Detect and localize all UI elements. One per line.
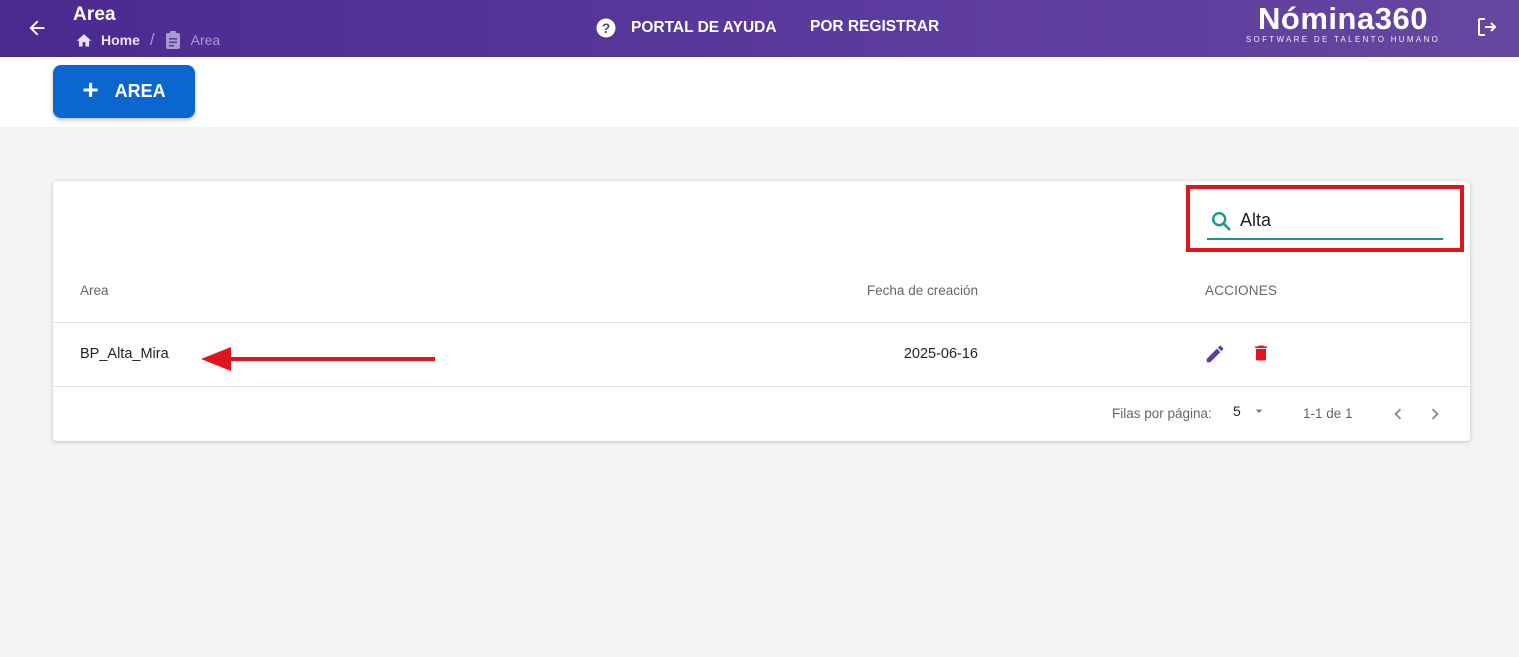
chevron-right-icon[interactable] xyxy=(1424,403,1446,425)
plus-icon: + xyxy=(82,74,99,105)
breadcrumb-home-label: Home xyxy=(101,32,140,48)
add-area-label: AREA xyxy=(114,81,166,101)
page-title: Area xyxy=(73,4,116,25)
header-divider xyxy=(53,322,1470,323)
column-header-acciones: ACCIONES xyxy=(1205,283,1278,298)
column-header-area[interactable]: Area xyxy=(80,283,109,298)
breadcrumb: Home / Area xyxy=(75,30,220,50)
logout-icon[interactable] xyxy=(1475,15,1499,39)
arrow-left-icon[interactable] xyxy=(22,13,52,43)
rows-per-page-select[interactable]: 5 xyxy=(1233,403,1267,419)
row-divider xyxy=(53,386,1470,387)
svg-text:?: ? xyxy=(602,20,611,36)
toolbar: + AREA xyxy=(0,57,1519,127)
search-field[interactable] xyxy=(1207,203,1443,240)
brand-logo: Nómina360 SOFTWARE DE TALENTO HUMANO xyxy=(1240,1,1446,45)
edit-icon[interactable] xyxy=(1204,343,1226,365)
column-header-fecha[interactable]: Fecha de creación xyxy=(753,283,978,298)
help-portal-label: PORTAL DE AYUDA xyxy=(631,19,777,36)
clipboard-icon xyxy=(165,31,180,49)
breadcrumb-home[interactable]: Home xyxy=(75,32,140,48)
cell-fecha: 2025-06-16 xyxy=(903,346,978,362)
app-header: Area Home / Area ? PORTAL DE AYUDA POR R… xyxy=(0,0,1519,57)
add-area-button[interactable]: + AREA xyxy=(53,65,195,118)
help-circle-icon: ? xyxy=(596,18,616,38)
annotation-arrow xyxy=(201,347,435,371)
pending-register-label: POR REGISTRAR xyxy=(810,18,940,35)
breadcrumb-separator: / xyxy=(149,30,155,49)
home-icon xyxy=(76,34,92,47)
brand-name: Nómina360 xyxy=(1258,1,1428,36)
breadcrumb-current-label: Area xyxy=(190,32,221,48)
pending-register-link[interactable]: POR REGISTRAR xyxy=(810,18,939,36)
breadcrumb-current: Area xyxy=(165,31,221,49)
brand-tagline: SOFTWARE DE TALENTO HUMANO xyxy=(1245,35,1441,44)
chevron-left-icon[interactable] xyxy=(1387,403,1409,425)
cell-area: BP_Alta_Mira xyxy=(80,346,169,362)
chevron-down-icon xyxy=(1255,409,1263,413)
area-table-card: Area Fecha de creación ACCIONES BP_Alta_… xyxy=(53,181,1470,441)
rows-per-page-label: Filas por página: xyxy=(1112,406,1212,421)
delete-icon[interactable] xyxy=(1251,342,1271,364)
pagination-range: 1-1 de 1 xyxy=(1303,406,1353,421)
rows-per-page-value: 5 xyxy=(1233,403,1241,419)
help-portal-link[interactable]: ? PORTAL DE AYUDA xyxy=(596,18,777,38)
search-input[interactable] xyxy=(1240,210,1430,231)
search-icon xyxy=(1212,211,1231,231)
